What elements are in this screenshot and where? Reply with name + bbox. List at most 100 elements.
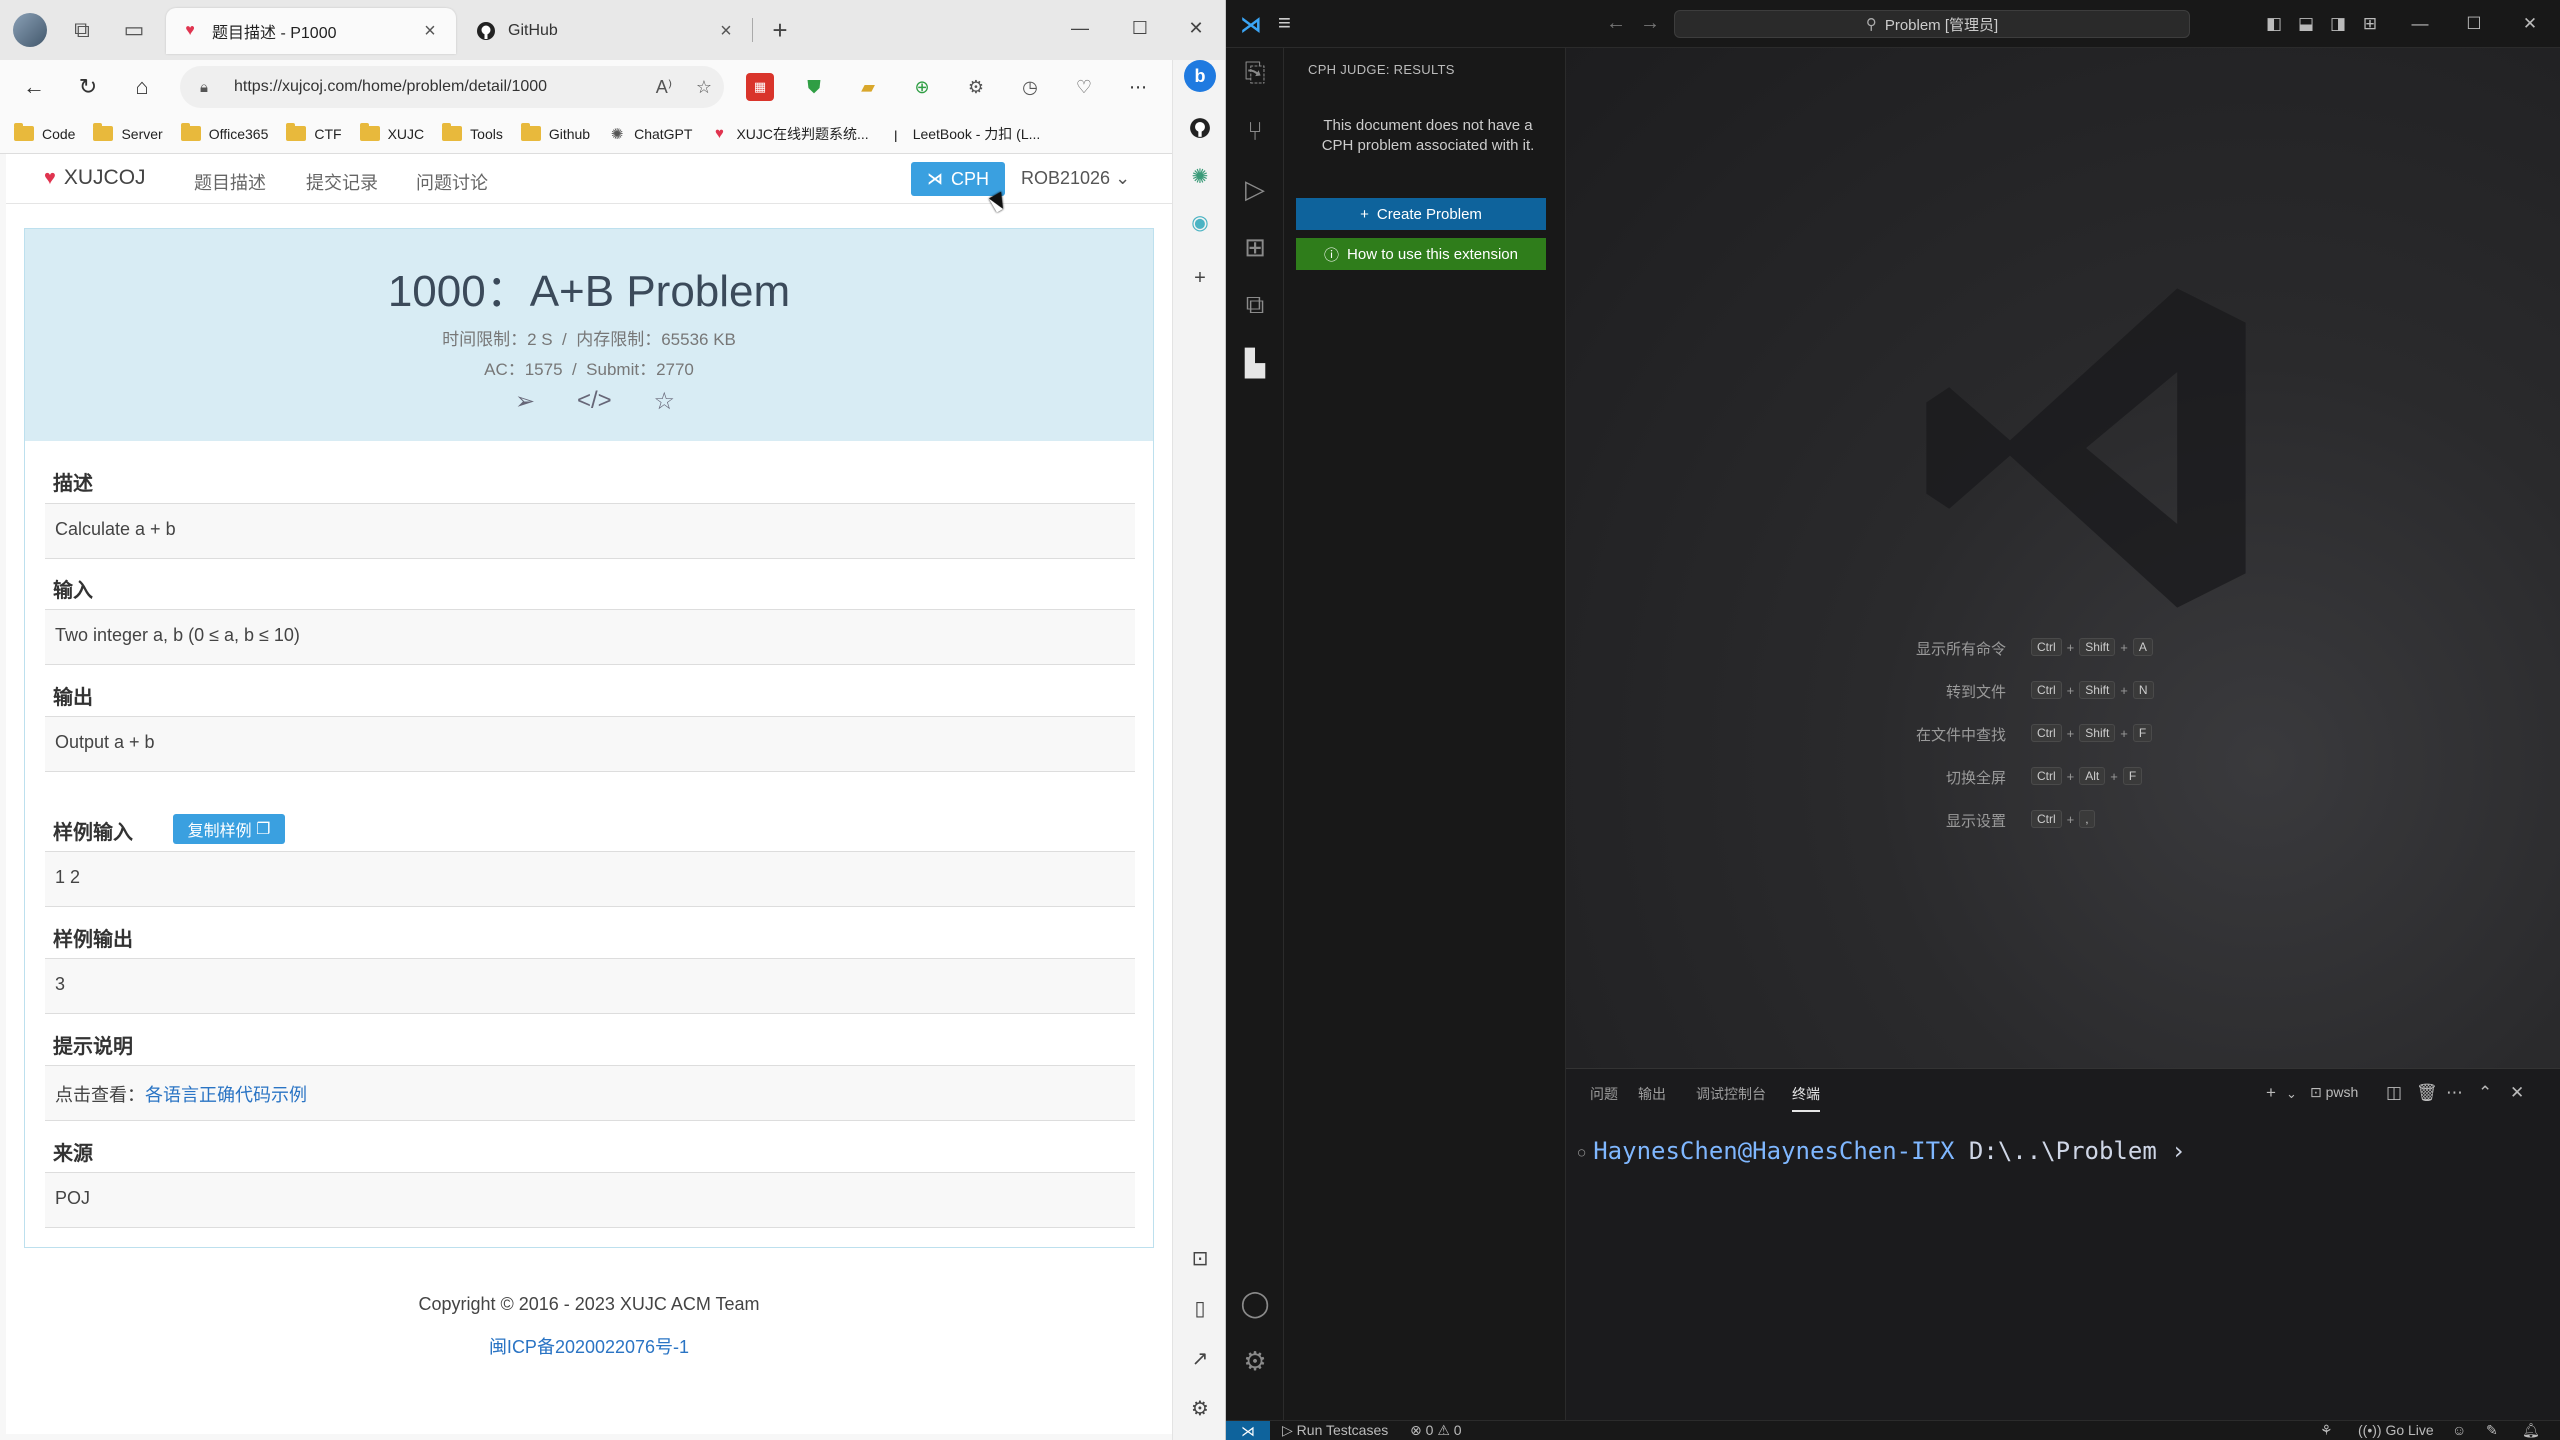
workspaces-icon[interactable]: ⧉	[60, 8, 104, 52]
how-to-use-button[interactable]: ⓘ How to use this extension	[1296, 238, 1546, 270]
favorite-star-icon[interactable]: ☆	[653, 387, 675, 416]
close-window-button[interactable]: ✕	[1176, 10, 1216, 46]
bookmark-folder[interactable]: CTF	[286, 123, 342, 142]
copilot-icon[interactable]: ☺	[2452, 1422, 2466, 1438]
remote-explorer-icon[interactable]: ⧉	[1238, 288, 1272, 322]
home-icon[interactable]: ⌂	[124, 69, 160, 105]
terminal-shell-selector[interactable]: ⊡ pwsh	[2310, 1084, 2358, 1101]
close-panel-icon[interactable]: ✕	[2510, 1083, 2524, 1103]
maximize-button[interactable]: ☐	[1120, 10, 1160, 46]
bookmark-folder[interactable]: Code	[14, 123, 75, 142]
run-testcases-button[interactable]: ▷ Run Testcases	[1282, 1422, 1388, 1439]
back-icon[interactable]: ←	[1606, 12, 1626, 35]
source-control-icon[interactable]: ⑂	[1238, 114, 1272, 148]
tab-terminal[interactable]: 终端	[1792, 1084, 1820, 1112]
history-icon[interactable]: ◷	[1016, 73, 1044, 101]
error-icon: ⊗	[1410, 1422, 1422, 1438]
submit-send-icon[interactable]: ➢	[515, 387, 535, 416]
favorite-star-icon[interactable]: ☆	[684, 77, 724, 98]
explorer-icon[interactable]: ⎘	[1238, 56, 1272, 90]
remote-indicator-icon[interactable]: ⋊	[1226, 1421, 1270, 1440]
refresh-icon[interactable]: ↻	[70, 69, 106, 105]
more-menu-icon[interactable]: ⋯	[1124, 73, 1152, 101]
tab-output[interactable]: 输出	[1638, 1084, 1666, 1104]
bookmark-folder[interactable]: XUJC	[359, 123, 424, 142]
settings-gear-icon[interactable]: ⚙	[1184, 1392, 1216, 1424]
bookmark-folder[interactable]: Tools	[442, 123, 503, 142]
settings-gear-icon[interactable]: ⚙	[1238, 1344, 1272, 1378]
copy-sample-button[interactable]: 复制样例 ❐	[173, 814, 285, 844]
close-window-button[interactable]: ✕	[2518, 12, 2542, 36]
nav-link-submissions[interactable]: 提交记录	[306, 169, 378, 195]
extension-folder-icon[interactable]: ▰	[854, 73, 882, 101]
profile-avatar[interactable]	[8, 8, 52, 52]
terminal-prompt[interactable]: ○ HaynesChen@HaynesChen-ITX D:\..\Problem…	[1578, 1137, 2186, 1165]
screenshot-icon[interactable]: ⊡	[1184, 1242, 1216, 1274]
site-logo[interactable]: ♥ XUJCOJ	[44, 166, 146, 190]
extensions-icon[interactable]: ⊞	[1238, 230, 1272, 264]
extension-green-icon[interactable]: ⊕	[908, 73, 936, 101]
bookmark-folder[interactable]: Office365	[180, 123, 268, 142]
performance-icon[interactable]: ♡	[1070, 73, 1098, 101]
extensions-icon[interactable]: ⚙	[962, 73, 990, 101]
nav-link-discussion[interactable]: 问题讨论	[416, 169, 488, 195]
maximize-button[interactable]: ☐	[2462, 12, 2486, 36]
open-external-icon[interactable]: ↗	[1184, 1342, 1216, 1374]
extension-red-icon[interactable]: ▦	[746, 73, 774, 101]
sync-icon[interactable]: ⚘	[2320, 1422, 2333, 1439]
customize-layout-icon[interactable]: ⊞	[2358, 12, 2382, 36]
toggle-secondary-sidebar-icon[interactable]: ◨	[2326, 12, 2350, 36]
more-actions-icon[interactable]: ⋯	[2446, 1083, 2463, 1103]
create-problem-button[interactable]: + Create Problem	[1296, 198, 1546, 230]
forward-icon[interactable]: →	[1640, 12, 1660, 35]
code-icon[interactable]: </>	[577, 387, 612, 416]
run-debug-icon[interactable]: ▷	[1238, 172, 1272, 206]
back-icon[interactable]: ←	[16, 69, 52, 105]
tab-github[interactable]: GitHub ×	[462, 8, 752, 54]
bookmark-link[interactable]: ꞁ LeetBook - 力扣 (L...	[887, 124, 1041, 144]
bookmark-link[interactable]: ♥ XUJC在线判题系统...	[710, 124, 869, 144]
feedback-icon[interactable]: ✎	[2486, 1422, 2498, 1439]
bookmark-folder[interactable]: Server	[93, 123, 163, 142]
shield-icon[interactable]: ⛊	[800, 73, 828, 101]
tab-actions-icon[interactable]: ▭	[112, 8, 156, 52]
close-tab-icon[interactable]: ×	[418, 20, 442, 43]
cph-judge-icon[interactable]: ▙	[1238, 346, 1272, 380]
icp-link[interactable]: 闽ICP备2020022076号-1	[6, 1333, 1172, 1359]
bing-copilot-icon[interactable]: b	[1184, 60, 1216, 92]
chatgpt-icon[interactable]: ✺	[1184, 160, 1216, 192]
toggle-sidebar-icon[interactable]: ◧	[2262, 12, 2286, 36]
toggle-panel-icon[interactable]: ⬓	[2294, 12, 2318, 36]
read-aloud-icon[interactable]: A⁾	[644, 77, 684, 98]
extension-teal-icon[interactable]: ◉	[1184, 206, 1216, 238]
new-terminal-icon[interactable]: +	[2266, 1083, 2276, 1103]
maximize-panel-icon[interactable]: ⌃	[2478, 1083, 2492, 1103]
minimize-button[interactable]: —	[2408, 12, 2432, 36]
close-tab-icon[interactable]: ×	[714, 20, 738, 43]
cph-button[interactable]: ⋊ CPH	[911, 162, 1005, 196]
tab-debug-console[interactable]: 调试控制台	[1696, 1084, 1766, 1104]
trash-icon[interactable]: 🗑︎	[2416, 1083, 2438, 1103]
nav-link-description[interactable]: 题目描述	[194, 169, 266, 195]
section-heading: 来源	[53, 1143, 93, 1165]
github-icon[interactable]	[1184, 112, 1216, 144]
notifications-bell-icon[interactable]: 🔔︎	[2522, 1422, 2540, 1439]
command-center[interactable]: ⚲ Problem [管理员]	[1674, 10, 2190, 38]
code-examples-link[interactable]: 各语言正确代码示例	[145, 1085, 307, 1105]
account-icon[interactable]: ◯	[1238, 1286, 1272, 1320]
user-dropdown[interactable]: ROB21026 ⌄	[1021, 168, 1130, 189]
tab-problem[interactable]: ♥ 题目描述 - P1000 ×	[166, 8, 456, 54]
new-tab-button[interactable]: +	[762, 12, 798, 48]
address-bar[interactable]: 🔒︎ https://xujcoj.com/home/problem/detai…	[180, 66, 724, 108]
minimize-button[interactable]: —	[1060, 10, 1100, 46]
hamburger-menu-icon[interactable]: ≡	[1278, 10, 1291, 36]
add-icon[interactable]: +	[1184, 262, 1216, 294]
go-live-button[interactable]: ((•)) Go Live	[2358, 1422, 2434, 1438]
bookmark-folder[interactable]: Github	[520, 123, 590, 142]
sidebar-toggle-icon[interactable]: ▯	[1184, 1292, 1216, 1324]
chevron-down-icon[interactable]: ⌄	[2286, 1086, 2297, 1102]
split-terminal-icon[interactable]: ◫	[2386, 1083, 2402, 1103]
bookmark-link[interactable]: ✺ ChatGPT	[608, 125, 693, 143]
problems-counter[interactable]: ⊗ 0 ⚠ 0	[1410, 1422, 1462, 1439]
tab-problems[interactable]: 问题	[1590, 1084, 1618, 1104]
